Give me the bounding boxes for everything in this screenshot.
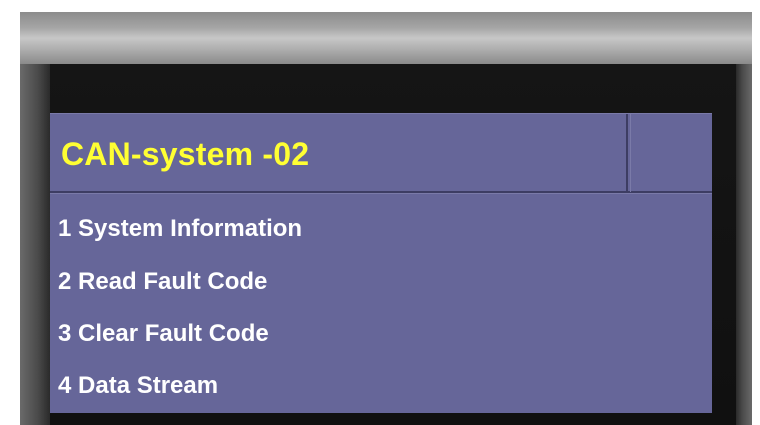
device-left-casing	[20, 64, 50, 425]
menu-item-data-stream[interactable]: 4 Data Stream	[58, 366, 658, 406]
title-side-panel	[630, 114, 712, 192]
device-screen: CAN-system -02 1 System Information 2 Re…	[50, 113, 712, 413]
title-panel: CAN-system -02	[50, 114, 628, 192]
menu-item-read-fault-code[interactable]: 2 Read Fault Code	[58, 262, 658, 302]
menu-item-clear-fault-code[interactable]: 3 Clear Fault Code	[58, 314, 658, 354]
diagnostic-menu: 1 System Information 2 Read Fault Code 3…	[50, 193, 712, 413]
menu-item-system-information[interactable]: 1 System Information	[58, 209, 658, 249]
page-title: CAN-system -02	[61, 136, 310, 172]
device-top-casing	[20, 12, 752, 64]
device-right-casing	[736, 64, 752, 425]
title-bar: CAN-system -02	[50, 113, 712, 193]
